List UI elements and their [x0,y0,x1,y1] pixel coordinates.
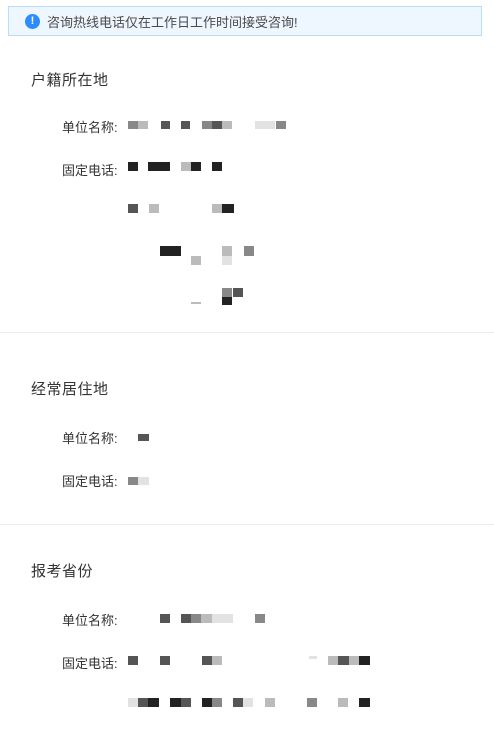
redaction-pixel [191,256,201,265]
redaction-pixel [338,656,349,665]
redaction-pixel [212,204,222,213]
redaction-pixel [128,477,138,485]
redaction-pixel [160,614,170,623]
redaction-pixel [212,614,222,623]
redaction-pixel [309,656,317,659]
redaction-pixel [202,656,212,665]
redaction-pixel [191,162,201,171]
unit-name-label: 单位名称: [62,613,118,628]
redaction-pixel [128,204,138,213]
redaction-pixel [359,656,370,665]
phone-row: 固定电话: [62,471,124,490]
notice-text: 咨询热线电话仅在工作日工作时间接受咨询! [47,14,298,30]
phone-label: 固定电话: [62,656,118,671]
redaction-pixel [307,698,317,707]
redaction-pixel [328,656,338,665]
notice-banner: ! 咨询热线电话仅在工作日工作时间接受咨询! [8,6,482,36]
consultation-page: ! 咨询热线电话仅在工作日工作时间接受咨询! 户籍所在地 单位名称: 固定电话: [0,0,494,733]
unit-name-row: 单位名称: [62,610,124,629]
redaction-pixel [138,121,148,129]
section-title: 报考省份 [31,563,94,580]
redaction-pixel [243,698,253,707]
redaction-pixel [181,614,191,623]
redaction-pixel [265,698,275,707]
redaction-pixel [222,246,232,256]
redaction-pixel [233,288,243,297]
section-title: 经常居住地 [31,381,109,398]
redaction-pixel [212,121,222,129]
redaction-pixel [244,246,254,256]
section-divider [0,524,494,525]
redaction-pixel [160,656,170,665]
phone-row: 固定电话: [62,160,124,179]
redaction-pixel [181,162,191,171]
redaction-pixel [222,204,234,213]
unit-name-row: 单位名称: [62,428,124,447]
phone-label: 固定电话: [62,163,118,178]
redaction-pixel [276,121,286,129]
redaction-pixel [212,698,222,707]
redaction-pixel [202,121,212,129]
redaction-pixel [160,246,181,256]
redaction-pixel [148,698,159,707]
redaction-pixel [201,614,212,623]
redaction-pixel [128,656,138,665]
redaction-pixel [255,614,265,623]
redaction-pixel [191,614,201,623]
redaction-pixel [202,698,212,707]
redaction-pixel [128,162,138,171]
redaction-pixel [161,121,170,129]
info-icon: ! [25,13,40,29]
redaction-pixel [222,288,232,297]
redaction-pixel [212,656,222,665]
redaction-pixel [138,434,149,441]
redaction-pixel [349,656,359,665]
redaction-pixel [222,297,232,305]
redaction-pixel [128,121,138,129]
redaction-pixel [170,698,181,707]
redaction-pixel [222,614,233,623]
redaction-pixel [359,698,370,707]
redaction-pixel [138,698,148,707]
redaction-pixel [181,698,191,707]
redaction-pixel [212,162,222,171]
redaction-pixel [149,204,159,213]
redaction-pixel [222,256,232,265]
unit-name-label: 单位名称: [62,431,118,446]
redaction-pixel [148,162,160,171]
redaction-pixel [233,698,243,707]
redaction-pixel [222,121,232,129]
redaction-pixel [138,477,149,485]
redaction-pixel [191,302,201,304]
redaction-pixel [255,121,265,129]
section-divider [0,332,494,333]
unit-name-row: 单位名称: [62,117,124,136]
unit-name-label: 单位名称: [62,120,118,135]
redaction-pixel [128,698,138,707]
phone-label: 固定电话: [62,474,118,489]
redaction-pixel [265,121,275,129]
phone-row: 固定电话: [62,653,124,672]
redaction-pixel [181,121,190,129]
section-title: 户籍所在地 [31,72,109,89]
redaction-pixel [338,698,348,707]
redaction-pixel [160,162,170,171]
